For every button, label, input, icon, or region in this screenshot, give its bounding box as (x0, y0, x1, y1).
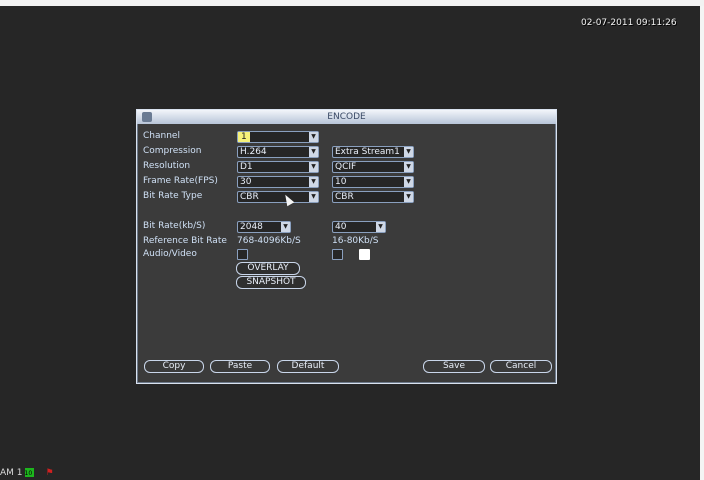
extra-bit-rate-value: 40 (335, 222, 347, 232)
overlay-button[interactable]: OVERLAY (236, 262, 300, 275)
label-channel: Channel (143, 131, 180, 141)
resolution-select[interactable]: D1 ▼ (237, 161, 319, 173)
encode-dialog: ENCODE Channel Compression Resolution Fr… (136, 109, 557, 384)
record-indicator-icon: 10 (24, 468, 34, 477)
bit-rate-type-value: CBR (240, 192, 259, 202)
chevron-down-icon: ▼ (376, 222, 385, 232)
chevron-down-icon: ▼ (309, 177, 318, 187)
bit-rate-type-select[interactable]: CBR ▼ (237, 191, 319, 203)
extra-audio-video-checkbox[interactable] (332, 249, 343, 260)
frame-rate-select[interactable]: 30 ▼ (237, 176, 319, 188)
chevron-down-icon: ▼ (404, 177, 413, 187)
frame-rate-value: 30 (240, 177, 252, 187)
cancel-button[interactable]: Cancel (490, 360, 552, 373)
extra-resolution-value: QCIF (335, 162, 357, 172)
chevron-down-icon: ▼ (309, 192, 318, 202)
extra-stream-select[interactable]: Extra Stream1 ▼ (332, 146, 414, 158)
extra-bit-rate-type-select[interactable]: CBR ▼ (332, 191, 414, 203)
label-frame-rate: Frame Rate(FPS) (143, 176, 218, 186)
dialog-titlebar: ENCODE (137, 110, 556, 124)
save-button[interactable]: Save (423, 360, 485, 373)
dialog-title: ENCODE (327, 112, 366, 122)
audio-video-checkbox[interactable] (237, 249, 248, 260)
extra-reference-bit-rate-value: 16-80Kb/S (332, 236, 379, 246)
label-bit-rate: Bit Rate(kb/S) (143, 221, 206, 231)
bit-rate-value: 2048 (240, 222, 263, 232)
copy-button[interactable]: Copy (144, 360, 204, 373)
label-bit-rate-type: Bit Rate Type (143, 191, 203, 201)
status-text: AM 1 (0, 468, 23, 478)
extra-frame-rate-value: 10 (335, 177, 347, 187)
chevron-down-icon: ▼ (309, 147, 318, 157)
channel-select[interactable]: 1 ▼ (237, 131, 319, 143)
top-bar (0, 0, 704, 6)
extra-frame-rate-select[interactable]: 10 ▼ (332, 176, 414, 188)
label-reference-bit-rate: Reference Bit Rate (143, 236, 227, 246)
chevron-down-icon: ▼ (404, 162, 413, 172)
default-button[interactable]: Default (277, 360, 339, 373)
chevron-down-icon: ▼ (404, 192, 413, 202)
extra-bit-rate-type-value: CBR (335, 192, 354, 202)
chevron-down-icon: ▼ (309, 132, 318, 142)
chevron-down-icon: ▼ (281, 222, 290, 232)
alarm-icon: ⚑ (45, 468, 54, 478)
paste-button[interactable]: Paste (210, 360, 270, 373)
compression-value: H.264 (240, 147, 267, 157)
channel-value: 1 (238, 132, 250, 142)
extra-video-checkbox[interactable] (359, 249, 370, 260)
reference-bit-rate-value: 768-4096Kb/S (237, 236, 301, 246)
extra-bit-rate-select[interactable]: 40 ▼ (332, 221, 386, 233)
extra-resolution-select[interactable]: QCIF ▼ (332, 161, 414, 173)
label-audio-video: Audio/Video (143, 249, 197, 259)
datetime-display: 02-07-2011 09:11:26 (581, 18, 677, 28)
chevron-down-icon: ▼ (309, 162, 318, 172)
snapshot-button[interactable]: SNAPSHOT (236, 276, 306, 289)
label-compression: Compression (143, 146, 202, 156)
right-edge (700, 6, 704, 480)
chevron-down-icon: ▼ (404, 147, 413, 157)
app-logo-icon (142, 112, 152, 122)
extra-stream-value: Extra Stream1 (335, 147, 400, 157)
resolution-value: D1 (240, 162, 253, 172)
label-resolution: Resolution (143, 161, 191, 171)
bit-rate-select[interactable]: 2048 ▼ (237, 221, 291, 233)
compression-select[interactable]: H.264 ▼ (237, 146, 319, 158)
status-bar: AM 1 10 ⚑ (0, 468, 54, 478)
record-badge: 10 (24, 470, 33, 477)
